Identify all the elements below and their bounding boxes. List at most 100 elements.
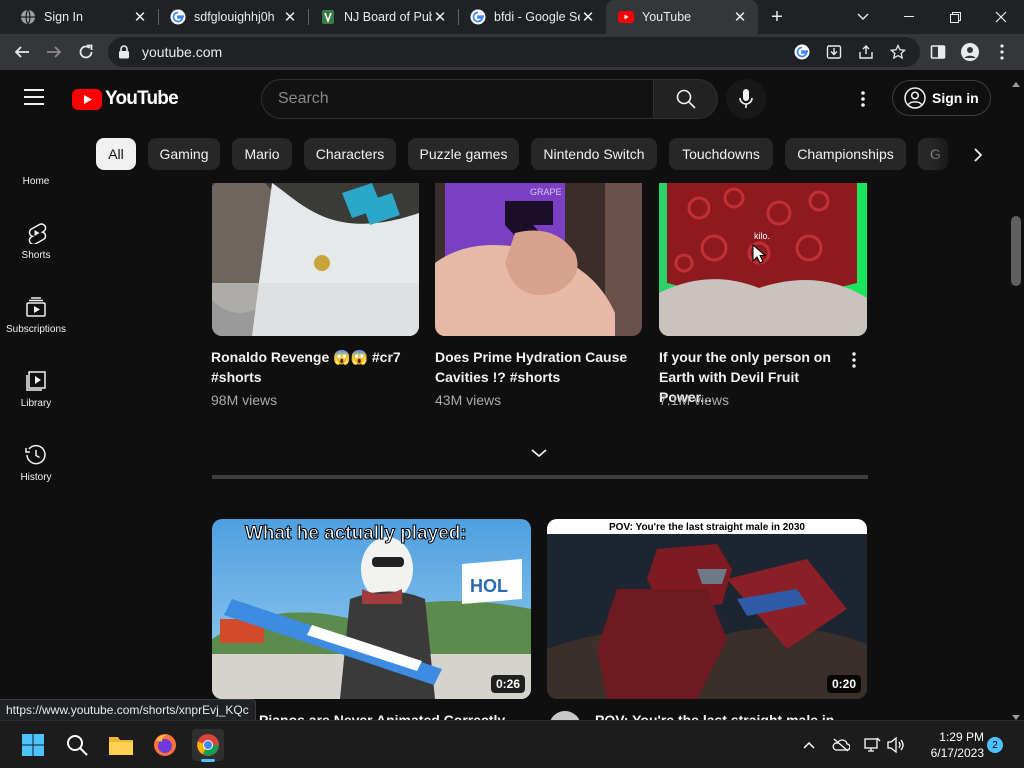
section-divider: [212, 475, 868, 479]
reload-icon[interactable]: [72, 38, 100, 66]
active-app-indicator: [201, 759, 215, 762]
tab-google-search-2[interactable]: bfdi - Google Se ✕: [458, 0, 606, 34]
minimize-icon[interactable]: [886, 0, 932, 34]
video-title[interactable]: POV: You're the last straight male in...: [595, 710, 855, 720]
notification-badge[interactable]: 2: [987, 737, 1003, 753]
chip-touchdowns[interactable]: Touchdowns: [669, 138, 773, 170]
guide-item-library[interactable]: Library: [0, 364, 72, 428]
browser-toolbar: youtube.com: [0, 34, 1024, 70]
side-panel-icon[interactable]: [924, 38, 952, 66]
windows-logo-icon: [22, 734, 44, 756]
sign-in-button[interactable]: Sign in: [892, 80, 991, 116]
file-explorer-button[interactable]: [105, 729, 137, 761]
channel-avatar[interactable]: [549, 711, 581, 720]
page-scrollbar[interactable]: [1008, 70, 1024, 720]
scroll-down-arrow-icon[interactable]: [1012, 708, 1020, 720]
youtube-header: YouTube Search Sign in: [0, 70, 1008, 126]
restore-icon[interactable]: [932, 0, 978, 34]
taskbar-clock[interactable]: 1:29 PM 6/17/2023: [914, 729, 984, 761]
search-icon: [67, 735, 88, 756]
show-more-chevron-icon[interactable]: [529, 446, 549, 464]
guide-item-subscriptions[interactable]: Subscriptions: [0, 290, 72, 354]
share-icon[interactable]: [858, 44, 874, 60]
chip-championships[interactable]: Championships: [785, 138, 906, 170]
search-button[interactable]: [654, 79, 718, 119]
tab-nj-board[interactable]: NJ Board of Pub ✕: [308, 0, 458, 34]
thumbnail-caption: What he actually played:: [245, 523, 467, 544]
youtube-logo[interactable]: YouTube: [72, 88, 179, 110]
profile-icon[interactable]: [956, 38, 984, 66]
video-thumbnail-pianos[interactable]: HOL What he actually played: 0:26: [212, 519, 531, 699]
close-window-icon[interactable]: [978, 0, 1024, 34]
chip-gaming[interactable]: Gaming: [148, 138, 220, 170]
browser-menu-icon[interactable]: [988, 38, 1016, 66]
close-tab-icon[interactable]: ✕: [732, 9, 748, 26]
short-title[interactable]: Does Prime Hydration Cause Cavities !? #…: [435, 347, 635, 387]
chip-puzzle-games[interactable]: Puzzle games: [408, 138, 519, 170]
video-title[interactable]: Pianos are Never Animated Correctly...: [259, 710, 519, 720]
link-status-bubble: https://www.youtube.com/shorts/xnprEvj_K…: [0, 699, 256, 720]
short-thumbnail-prime[interactable]: GRAPE: [435, 183, 642, 336]
ronaldo-image: [212, 183, 419, 336]
tab-youtube[interactable]: YouTube ✕: [606, 0, 758, 34]
optimus-prime-image: POV: You're the last straight male in 20…: [547, 519, 867, 699]
video-thumbnail-pov[interactable]: POV: You're the last straight male in 20…: [547, 519, 867, 699]
chip-all[interactable]: All: [96, 138, 136, 170]
settings-more-icon[interactable]: [860, 90, 866, 113]
tab-title: Sign In: [44, 10, 83, 24]
guide-item-label: Home: [22, 176, 50, 187]
tab-google-search-1[interactable]: sdfglouighhj0h ✕: [158, 0, 308, 34]
install-app-icon[interactable]: [826, 44, 842, 60]
youtube-icon: [618, 9, 634, 25]
close-tab-icon[interactable]: ✕: [132, 9, 148, 26]
google-lens-icon[interactable]: [794, 44, 810, 60]
bookmark-star-icon[interactable]: [890, 44, 906, 60]
start-button[interactable]: [17, 729, 49, 761]
short-options-icon[interactable]: [851, 352, 857, 373]
short-views: 7.1M views: [659, 392, 730, 408]
history-icon: [25, 444, 46, 465]
show-hidden-icons-chevron-icon[interactable]: [795, 729, 823, 761]
google-icon: [170, 9, 186, 25]
tab-title: NJ Board of Pub: [344, 10, 432, 24]
short-views: 43M views: [435, 392, 502, 408]
back-arrow-icon[interactable]: [8, 38, 36, 66]
clock-time: 1:29 PM: [939, 730, 984, 744]
chip-mario[interactable]: Mario: [232, 138, 292, 170]
video-duration: 0:20: [826, 675, 861, 693]
onedrive-offline-icon[interactable]: [827, 729, 855, 761]
chip-characters[interactable]: Characters: [304, 138, 396, 170]
firefox-button[interactable]: [149, 729, 181, 761]
library-icon: [26, 371, 46, 391]
subscriptions-icon: [26, 297, 46, 317]
address-bar[interactable]: youtube.com: [108, 37, 920, 67]
grape-label: GRAPE: [530, 187, 562, 197]
firefox-icon: [154, 734, 176, 756]
shorts-icon: [28, 223, 47, 244]
taskbar-search-button[interactable]: [61, 729, 93, 761]
chrome-button[interactable]: [192, 729, 224, 762]
short-thumbnail-devil-fruit[interactable]: kilo.: [659, 183, 867, 336]
guide-item-shorts[interactable]: Shorts: [0, 216, 72, 280]
tab-search-chevron-icon[interactable]: [840, 0, 886, 34]
hamburger-menu-icon[interactable]: [24, 88, 46, 111]
voice-search-button[interactable]: [726, 79, 766, 119]
close-tab-icon[interactable]: ✕: [580, 9, 596, 26]
youtube-logo-text: YouTube: [105, 88, 179, 109]
chip-nintendo-switch[interactable]: Nintendo Switch: [531, 138, 657, 170]
forward-arrow-icon[interactable]: [40, 38, 68, 66]
chips-next-arrow-icon[interactable]: [960, 138, 996, 172]
tab-sign-in[interactable]: Sign In ✕: [8, 0, 158, 34]
close-tab-icon[interactable]: ✕: [432, 9, 448, 26]
prime-bottle-image: GRAPE: [435, 183, 642, 336]
scrollbar-thumb[interactable]: [1011, 216, 1021, 286]
guide-item-history[interactable]: History: [0, 438, 72, 502]
new-tab-button[interactable]: +: [766, 6, 788, 28]
search-input[interactable]: Search: [261, 79, 654, 119]
short-thumbnail-ronaldo[interactable]: [212, 183, 419, 336]
scroll-up-arrow-icon[interactable]: [1012, 74, 1020, 92]
lock-icon[interactable]: [118, 45, 130, 64]
close-tab-icon[interactable]: ✕: [282, 9, 298, 26]
volume-icon[interactable]: [882, 729, 910, 761]
short-title[interactable]: Ronaldo Revenge 😱😱 #cr7 #shorts: [211, 347, 411, 387]
